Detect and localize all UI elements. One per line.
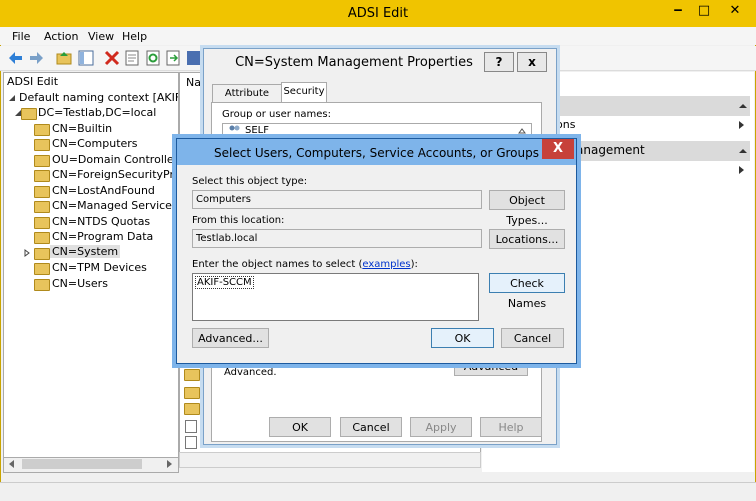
tree-item-computers[interactable]: CN=Computers (52, 137, 138, 150)
group-names-label: Group or user names: (222, 109, 331, 120)
select-ok-button[interactable]: OK (431, 328, 494, 348)
tree-domain[interactable]: DC=Testlab,DC=local (38, 106, 156, 119)
folder-icon (34, 263, 50, 275)
close-window-button[interactable]: ✕ (719, 1, 751, 21)
object-type-label: Select this object type: (192, 176, 308, 187)
properties-cancel-button[interactable]: Cancel (340, 417, 402, 437)
folder-icon (184, 369, 200, 381)
status-bar (0, 482, 756, 501)
folder-icon (34, 217, 50, 229)
scroll-up-icon[interactable] (518, 127, 526, 135)
tree-item-builtin[interactable]: CN=Builtin (52, 122, 112, 135)
tab-security[interactable]: Security (281, 82, 327, 103)
location-field: Testlab.local (192, 229, 482, 248)
menu-view[interactable]: View (88, 30, 114, 43)
group-item-self[interactable]: SELF (245, 125, 269, 136)
action-item-1[interactable]: ons (556, 118, 575, 131)
select-cancel-button[interactable]: Cancel (501, 328, 564, 348)
folder-icon (21, 108, 37, 120)
menu-help[interactable]: Help (122, 30, 147, 43)
console-tree[interactable]: ADSI Edit Default naming context [AKIF-S… (3, 72, 179, 459)
document-icon (185, 436, 197, 449)
folder-icon (34, 155, 50, 167)
delete-icon[interactable] (104, 50, 120, 66)
submenu-arrow-icon (739, 121, 744, 129)
tree-root-adsi-edit[interactable]: ADSI Edit (7, 75, 58, 88)
folder-icon (34, 139, 50, 151)
tree-naming-context[interactable]: Default naming context [AKIF-SCC (19, 91, 178, 104)
menu-file[interactable]: File (12, 30, 30, 43)
users-icon (228, 125, 241, 137)
check-names-button[interactable]: Check Names (489, 273, 565, 310)
locations-button[interactable]: Locations... (489, 229, 565, 249)
folder-icon (34, 279, 50, 291)
collapse-arrow-icon[interactable] (738, 101, 748, 111)
object-types-button[interactable]: Object Types... (489, 190, 565, 227)
tab-attribute-editor[interactable]: Attribute Editor (212, 84, 282, 117)
object-name-entry[interactable]: AKIF-SCCM (195, 276, 254, 289)
folder-icon (34, 201, 50, 213)
help-icon[interactable] (186, 50, 202, 66)
properties-help-button[interactable]: ? (484, 52, 514, 72)
tree-item-foreign-security[interactable]: CN=ForeignSecurityPrincip (52, 168, 178, 181)
properties-ok-button[interactable]: OK (269, 417, 331, 437)
scroll-left-icon[interactable] (8, 460, 16, 468)
tree-item-users[interactable]: CN=Users (52, 277, 108, 290)
maximize-button[interactable]: □ (692, 1, 716, 21)
tree-item-lost-and-found[interactable]: CN=LostAndFound (52, 184, 155, 197)
submenu-arrow-icon (739, 166, 744, 174)
results-column-header[interactable]: Na (186, 76, 201, 89)
actions-header-2-label: anagement (576, 143, 645, 157)
menu-action[interactable]: Action (44, 30, 78, 43)
object-names-label: Enter the object names to select (exampl… (192, 259, 418, 270)
folder-icon (34, 232, 50, 244)
folder-icon (184, 403, 200, 415)
up-folder-icon[interactable] (56, 50, 72, 66)
select-advanced-button[interactable]: Advanced... (192, 328, 269, 348)
collapsed-arrow-icon[interactable] (23, 249, 31, 257)
location-label: From this location: (192, 215, 285, 226)
export-icon[interactable] (165, 50, 181, 66)
select-objects-dialog: Select Users, Computers, Service Account… (176, 138, 577, 364)
object-names-textarea[interactable]: AKIF-SCCM (192, 273, 479, 321)
properties-icon[interactable] (124, 50, 140, 66)
tree-item-ntds-quotas[interactable]: CN=NTDS Quotas (52, 215, 150, 228)
show-hide-tree-icon[interactable] (78, 50, 94, 66)
minimize-button[interactable]: ‒ (666, 1, 690, 21)
tree-item-tpm-devices[interactable]: CN=TPM Devices (52, 261, 147, 274)
object-type-field: Computers (192, 190, 482, 209)
document-icon (185, 420, 197, 433)
folder-icon (34, 186, 50, 198)
window-title: ADSI Edit (347, 6, 409, 21)
folder-icon (34, 248, 50, 260)
select-dialog-title: Select Users, Computers, Service Account… (214, 146, 539, 160)
folder-icon (184, 387, 200, 399)
forward-arrow-icon[interactable] (28, 50, 44, 66)
tree-item-system[interactable]: CN=System (50, 245, 121, 258)
scroll-right-icon[interactable] (165, 460, 173, 468)
properties-help-text-button[interactable]: Help (480, 417, 542, 437)
properties-dialog-title: CN=System Management Properties (235, 55, 473, 70)
folder-icon (34, 170, 50, 182)
object-names-label-suffix: ): (410, 259, 418, 270)
expanded-arrow-icon[interactable] (8, 94, 16, 102)
collapse-arrow-icon[interactable] (738, 146, 748, 156)
back-arrow-icon[interactable] (8, 50, 24, 66)
tree-item-managed-service[interactable]: CN=Managed Service Acco (52, 199, 178, 212)
folder-icon (34, 124, 50, 136)
tree-item-domain-controllers[interactable]: OU=Domain Controllers (52, 153, 178, 166)
properties-close-button[interactable]: x (517, 52, 547, 72)
results-horizontal-scrollbar[interactable] (179, 452, 481, 468)
object-names-label-prefix: Enter the object names to select ( (192, 259, 363, 270)
special-permissions-text-2: Advanced. (224, 367, 277, 378)
select-dialog-close-button[interactable]: X (542, 139, 574, 159)
properties-apply-button[interactable]: Apply (410, 417, 472, 437)
tree-scroll-thumb[interactable] (22, 459, 142, 469)
refresh-icon[interactable] (145, 50, 161, 66)
examples-link[interactable]: examples (362, 259, 410, 270)
tree-item-program-data[interactable]: CN=Program Data (52, 230, 153, 243)
